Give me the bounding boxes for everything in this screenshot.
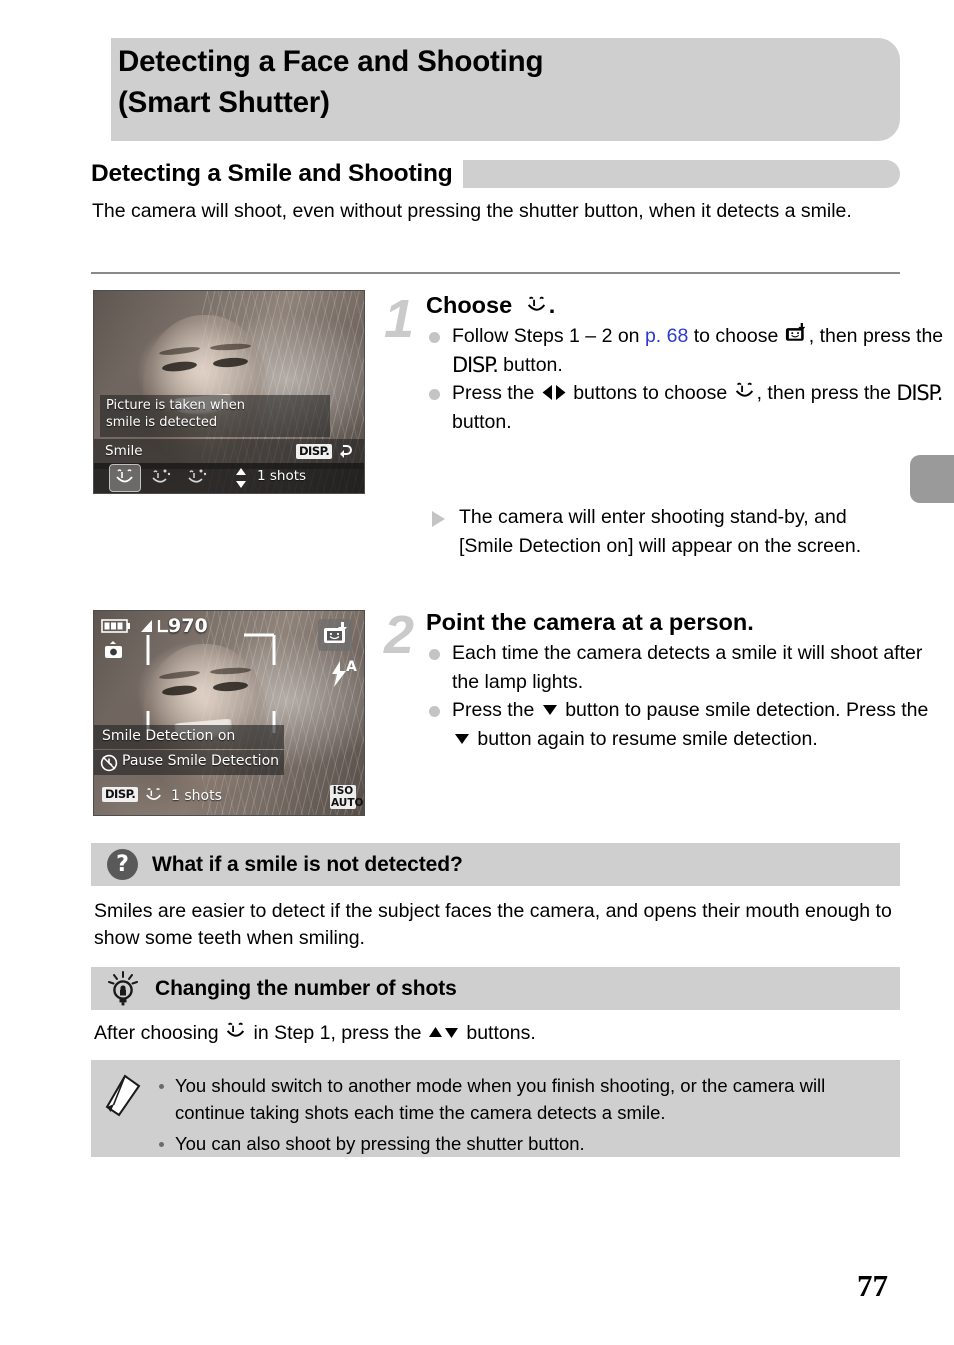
- status-line-2: Pause Smile Detection: [122, 753, 280, 769]
- return-arrow-icon: [340, 445, 352, 458]
- tip-header-changing-shots: Changing the number of shots: [91, 967, 900, 1010]
- step-1-bullets: Follow Steps 1 – 2 on p. 68 to choose , …: [426, 322, 946, 436]
- smile-icon: [527, 296, 545, 311]
- section-heading-text: Detecting a Smile and Shooting: [91, 158, 463, 190]
- horizontal-divider: [91, 272, 900, 274]
- message-line-1: Picture is taken when: [106, 398, 245, 413]
- camera-smile-icon: [785, 323, 806, 341]
- status-line-1: Smile Detection on: [102, 728, 236, 744]
- mode-icon-wink-self-timer[interactable]: [146, 465, 176, 491]
- page-title-line-1: Detecting a Face and Shooting: [118, 45, 544, 78]
- camera-screen-standby: 970 A Smile Detection on Pause Smile Det…: [93, 610, 365, 816]
- bullet-text-a: Each time the camera detects a smile it …: [452, 642, 923, 693]
- self-timer-icon: [100, 754, 118, 772]
- step-1-result-text: The camera will enter shooting stand-by,…: [426, 503, 906, 560]
- question-mark-icon: ?: [107, 849, 138, 880]
- section-heading: Detecting a Smile and Shooting: [91, 158, 900, 190]
- step-1-bullet-1: Follow Steps 1 – 2 on p. 68 to choose , …: [426, 322, 946, 379]
- bullet-text-d: button.: [452, 410, 512, 433]
- chapter-edge-tab: [910, 455, 954, 503]
- note-item: You should switch to another mode when y…: [155, 1072, 885, 1126]
- step-2-bullets: Each time the camera detects a smile it …: [426, 639, 946, 753]
- pencil-glyph: [105, 1074, 141, 1117]
- tip-2-text-a: After choosing: [94, 1022, 225, 1044]
- step-1-number: 1: [384, 289, 415, 349]
- bottom-shots-value: 1 shots: [171, 788, 222, 804]
- bullet-text-b: buttons to choose: [567, 382, 733, 404]
- camera-mode-icon: [105, 641, 122, 658]
- page-title: Detecting a Face and Shooting (Smart Shu…: [118, 41, 878, 123]
- af-frame: [146, 633, 276, 733]
- step-2-number: 2: [384, 605, 415, 665]
- smile-icon: [146, 788, 161, 800]
- note-box: You should switch to another mode when y…: [91, 1060, 900, 1157]
- smile-icon: [116, 469, 133, 483]
- step-1-title-prefix: Choose: [426, 292, 513, 318]
- note-list: You should switch to another mode when y…: [155, 1068, 885, 1157]
- section-intro-text: The camera will shoot, even without pres…: [92, 200, 852, 222]
- lightbulb-glyph: [108, 970, 138, 1005]
- disp-chip[interactable]: DISP.: [102, 787, 139, 802]
- tip-2-text-b: in Step 1, press the: [248, 1022, 427, 1044]
- pencil-icon: [105, 1074, 145, 1120]
- down-arrow-icon: [455, 733, 469, 744]
- step-2: Point the camera at a person. Each time …: [426, 607, 946, 753]
- smart-shutter-icon: [324, 622, 347, 643]
- lightbulb-icon: [105, 970, 141, 1007]
- face-self-timer-icon: [188, 469, 207, 483]
- tip-header-smile-not-detected: ? What if a smile is not detected?: [91, 843, 900, 886]
- message-line-2: smile is detected: [106, 415, 218, 430]
- bullet-text-a: Follow Steps 1 – 2 on: [452, 325, 645, 347]
- left-right-arrows-icon: [542, 385, 566, 400]
- step-2-title: Point the camera at a person.: [426, 609, 754, 635]
- bullet-text-c: button again to resume smile detection.: [472, 727, 818, 750]
- image-quality-icon: [141, 620, 152, 632]
- wink-self-timer-icon: [152, 469, 171, 483]
- smile-icon: [226, 1022, 245, 1037]
- shots-value: 1 shots: [257, 468, 307, 484]
- battery-icon: [101, 619, 130, 633]
- flash-auto-label: A: [346, 659, 357, 675]
- step-1: Choose . Follow Steps 1 – 2 on p. 68 to …: [426, 290, 946, 436]
- page-title-line-2: (Smart Shutter): [118, 86, 330, 119]
- iso-label-2: AUTO: [331, 797, 364, 809]
- disp-button-label: DISP.: [896, 381, 943, 405]
- step-1-title: Choose .: [426, 290, 946, 320]
- mode-icon-face-self-timer[interactable]: [182, 465, 212, 491]
- bullet-text-b: button to pause smile detection. Press t…: [559, 699, 929, 721]
- bullet-text-a: Press the: [452, 699, 540, 721]
- tip-1-body: Smiles are easier to detect if the subje…: [94, 900, 892, 949]
- disp-button-label: DISP.: [452, 352, 499, 377]
- bullet-text-b: to choose: [688, 325, 784, 347]
- bullet-text-d: button.: [497, 353, 563, 376]
- up-down-arrows-icon: [236, 468, 246, 488]
- tip-2-body: After choosing in Step 1, press the butt…: [94, 1020, 900, 1047]
- step-1-title-suffix: .: [548, 292, 556, 318]
- down-arrow-icon: [542, 705, 557, 715]
- tip-2-title: Changing the number of shots: [155, 976, 457, 1000]
- disp-chip[interactable]: DISP.: [296, 444, 333, 459]
- bullet-text-c: , then press the: [808, 325, 944, 347]
- step-1-bullet-2: Press the buttons to choose , then press…: [426, 379, 946, 436]
- bullet-text-a: Press the: [452, 382, 540, 404]
- page-number: 77: [857, 1268, 888, 1303]
- iso-label-1: ISO: [332, 785, 354, 797]
- camera-screen-mode-select: Picture is taken when smile is detected …: [93, 290, 365, 494]
- step-2-bullet-1: Each time the camera detects a smile it …: [426, 639, 946, 696]
- note-item: You can also shoot by pressing the shutt…: [155, 1130, 885, 1157]
- page-link[interactable]: p. 68: [645, 325, 688, 347]
- tip-1-title: What if a smile is not detected?: [152, 852, 463, 876]
- tip-2-text-c: buttons.: [460, 1022, 536, 1044]
- up-down-arrows-icon: [428, 1027, 458, 1038]
- smile-icon: [735, 382, 753, 397]
- mode-label: Smile: [105, 443, 143, 459]
- step-1-result: The camera will enter shooting stand-by,…: [426, 503, 906, 560]
- bullet-text-c: , then press the: [756, 382, 897, 404]
- step-2-bullet-2: Press the button to pause smile detectio…: [426, 696, 946, 753]
- mode-icon-smile[interactable]: [109, 464, 141, 492]
